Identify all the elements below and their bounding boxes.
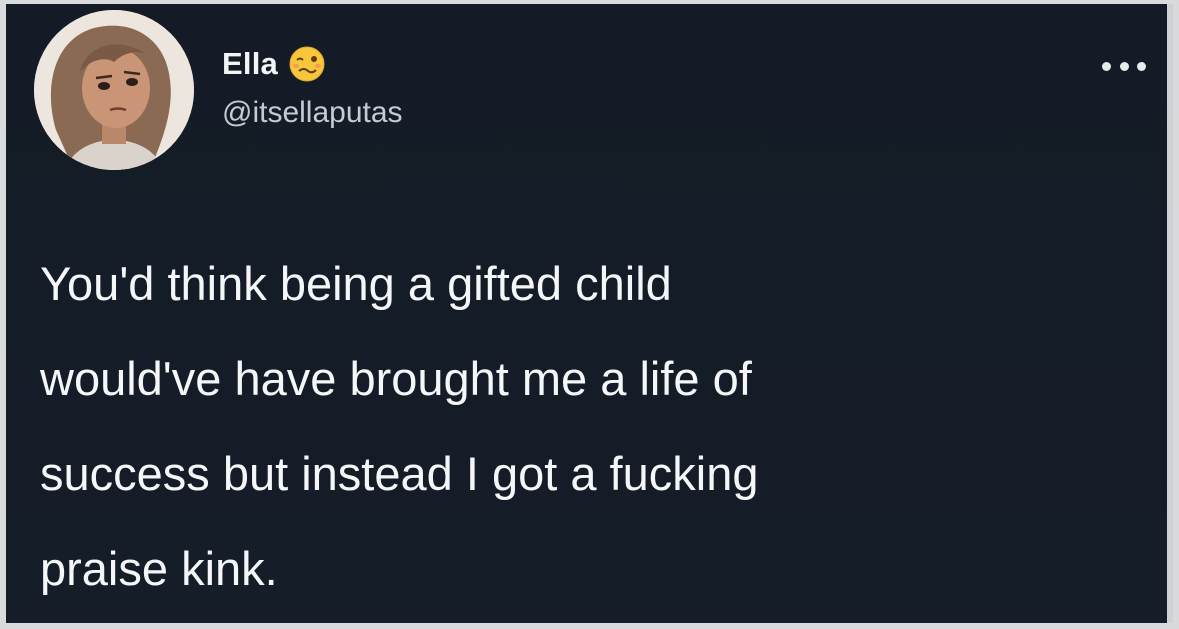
more-options-icon[interactable] <box>1102 56 1146 76</box>
tweet-text-line: success but instead I got a fucking <box>40 447 759 500</box>
ellipsis-dot <box>1137 61 1146 71</box>
avatar-illustration <box>34 10 194 170</box>
woozy-face-emoji-icon <box>288 45 326 83</box>
tweet-text-line: would've have brought me a life of <box>40 352 752 405</box>
author-name-row: Ella <box>222 42 326 86</box>
ellipsis-dot <box>1102 61 1111 71</box>
ellipsis-dot <box>1119 61 1129 71</box>
screenshot-edge <box>1167 4 1173 623</box>
author-display-name[interactable]: Ella <box>222 46 278 82</box>
tweet-text-line: You'd think being a gifted child <box>40 257 672 310</box>
tweet-text-line: praise kink. <box>40 542 278 595</box>
tweet-text: You'd think being a gifted child would'v… <box>40 236 1100 616</box>
author-avatar[interactable] <box>34 10 194 170</box>
author-handle[interactable]: @itsellaputas <box>222 96 403 130</box>
tweet-card: Ella @itsellaputas You'd think being a g… <box>6 4 1173 623</box>
